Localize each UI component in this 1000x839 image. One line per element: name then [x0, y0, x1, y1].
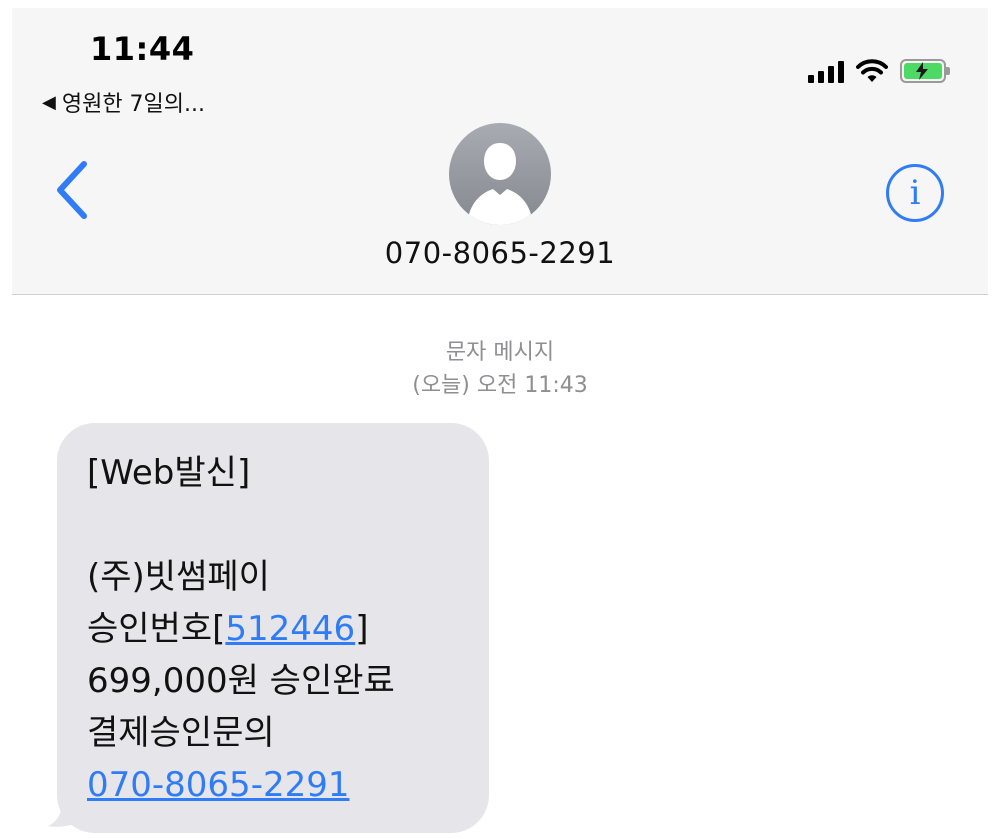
- status-time: 11:44: [90, 30, 195, 68]
- chevron-left-icon[interactable]: [50, 158, 94, 222]
- back-app-label: 영원한 7일의...: [61, 92, 206, 117]
- battery-charging-icon: [900, 59, 950, 83]
- contact-avatar[interactable]: [449, 123, 551, 225]
- message-line: (주)빗썸페이: [87, 557, 270, 597]
- status-indicators: [808, 58, 950, 84]
- message-line: 승인번호[512446]: [87, 609, 369, 649]
- wifi-icon: [856, 59, 888, 82]
- approval-code-link[interactable]: 512446: [225, 609, 355, 649]
- conversation-header: 11:44 ◀ 영원한 7일의... 070-8065-2291 i: [12, 8, 988, 295]
- message-line: [Web발신]: [87, 453, 251, 493]
- contact-name[interactable]: 070-8065-2291: [12, 236, 988, 270]
- message-bubble[interactable]: [Web발신] (주)빗썸페이 승인번호[512446] 699,000원 승인…: [57, 423, 489, 833]
- message-timestamp: (오늘) 오전 11:43: [412, 373, 588, 398]
- cellular-signal-icon: [808, 59, 844, 83]
- message-type-label: 문자 메시지: [445, 340, 555, 365]
- person-silhouette-icon: [467, 143, 533, 225]
- back-to-app-link[interactable]: ◀ 영원한 7일의...: [42, 86, 205, 118]
- info-button[interactable]: i: [886, 164, 944, 222]
- info-icon: i: [909, 173, 921, 213]
- message-line: 699,000원 승인완료: [87, 661, 395, 701]
- phone-number-link[interactable]: 070-8065-2291: [87, 765, 350, 805]
- message-line: 결제승인문의: [87, 713, 275, 753]
- back-triangle-icon: ◀: [42, 91, 56, 113]
